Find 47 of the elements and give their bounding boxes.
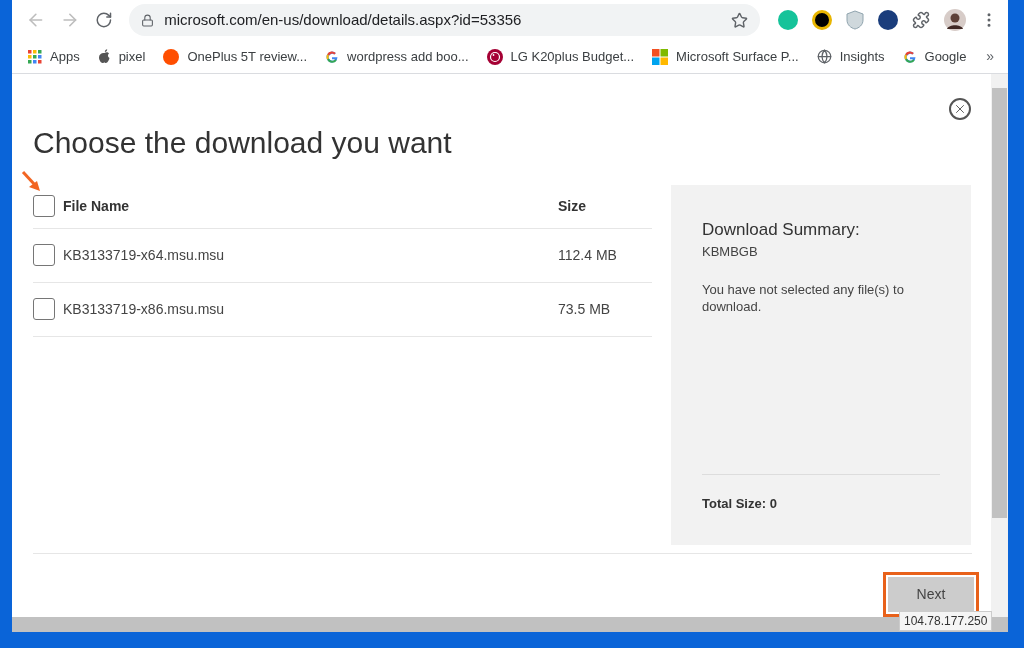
google-g-icon bbox=[902, 49, 917, 64]
google-g-icon bbox=[325, 49, 340, 64]
summary-title: Download Summary: bbox=[702, 218, 861, 241]
file-size-cell-text: 73.5 MB bbox=[558, 299, 611, 319]
bookmark-link[interactable]: pixel bbox=[118, 46, 146, 67]
file-name-cell-text: KB3133719-x86.msu.msu bbox=[63, 299, 226, 319]
dialog-title: Choose the download you want bbox=[33, 124, 452, 161]
column-header: Size bbox=[558, 196, 586, 216]
bookmark-link[interactable]: LG K20plus Budget... bbox=[510, 46, 635, 67]
bookmark-link[interactable]: Google bbox=[924, 46, 967, 67]
file-name-cell-text: KB3133719-x64.msu.msu bbox=[63, 245, 226, 265]
horizontal-scrollbar[interactable] bbox=[12, 616, 1008, 632]
lg-logo-icon bbox=[486, 48, 503, 65]
column-header: File Name bbox=[63, 196, 131, 216]
status-url-tooltip: 104.78.177.250 bbox=[899, 611, 993, 631]
select-all-checkbox[interactable] bbox=[33, 195, 55, 217]
ring-extension-icon[interactable] bbox=[812, 10, 832, 31]
bookmark-link[interactable]: OnePlus 5T review... bbox=[187, 46, 308, 67]
bookmark-link[interactable]: Apps bbox=[50, 46, 80, 67]
annotation-arrow bbox=[21, 169, 43, 194]
bookmark-link[interactable]: Microsoft Surface P... bbox=[676, 46, 799, 67]
reload-icon[interactable] bbox=[95, 11, 114, 30]
total-size-text: Total Size: 0 bbox=[702, 495, 777, 511]
bookmark-star-icon[interactable] bbox=[731, 11, 748, 29]
vertical-scrollbar[interactable] bbox=[991, 73, 1008, 617]
apple-icon bbox=[97, 49, 111, 65]
shield-icon[interactable] bbox=[846, 10, 864, 31]
globe-icon bbox=[816, 49, 832, 65]
close-icon[interactable] bbox=[949, 97, 971, 120]
apps-grid-icon bbox=[28, 49, 42, 64]
summary-message: You have not selected any file(s) to download. bbox=[702, 280, 905, 315]
file-size-cell-text: 112.4 MB bbox=[558, 245, 617, 265]
more-bookmarks-button[interactable]: » bbox=[986, 46, 994, 68]
site-favicon-icon bbox=[163, 48, 180, 65]
address-bar[interactable]: microsoft.com/en-us/download/details.aspx?id=53356 bbox=[129, 4, 760, 37]
bookmark-link[interactable]: Insights bbox=[839, 46, 885, 67]
lock-icon bbox=[141, 13, 155, 27]
next-button[interactable]: Next bbox=[888, 576, 974, 612]
profile-avatar-icon[interactable] bbox=[944, 9, 966, 32]
four-squares-icon bbox=[652, 48, 669, 65]
extensions-icon[interactable] bbox=[912, 11, 930, 30]
url-text: microsoft.com/en-us/download/details.aspx?id=53356 bbox=[164, 10, 522, 31]
bookmark-link[interactable]: wordpress add boo... bbox=[347, 46, 469, 67]
circle-extension-icon[interactable] bbox=[878, 10, 898, 31]
file-checkbox[interactable] bbox=[33, 298, 55, 320]
file-checkbox[interactable] bbox=[33, 244, 55, 266]
summary-subtitle: KBMBGB bbox=[702, 243, 759, 261]
